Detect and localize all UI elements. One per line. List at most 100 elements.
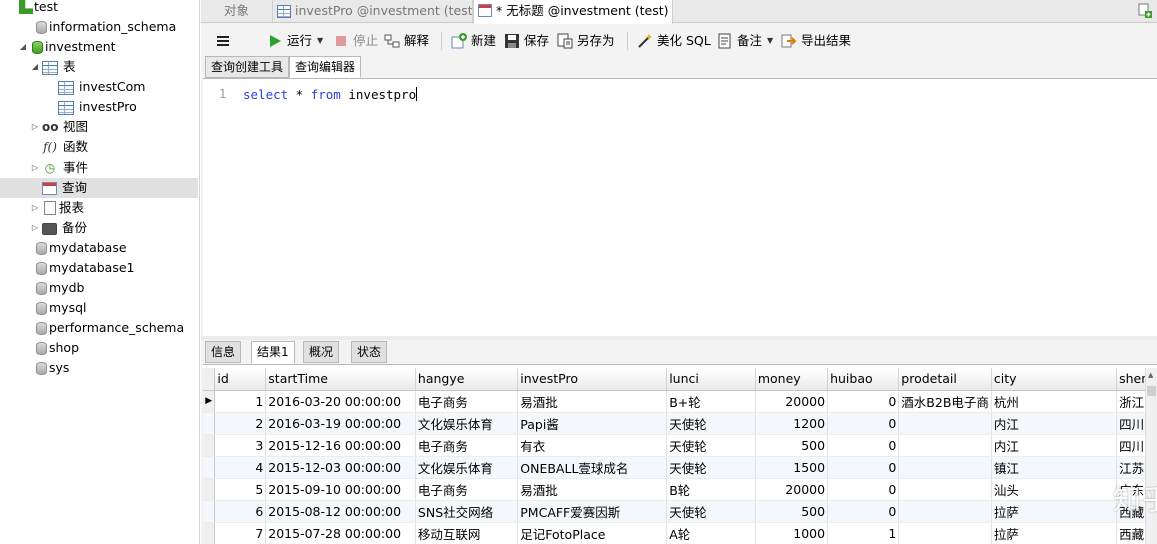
result-grid[interactable]: id startTime hangye investPro lunci money huib…	[203, 364, 1157, 544]
new-button[interactable]: 新建	[451, 30, 496, 52]
export-results-button[interactable]: 导出结果	[781, 30, 851, 52]
cell-city[interactable]: 杭州	[991, 390, 1118, 413]
row-indicator[interactable]	[203, 500, 216, 523]
cell-id[interactable]: 5	[214, 478, 267, 501]
tab-query-builder[interactable]: 查询创建工具	[205, 56, 290, 78]
cell-investpro[interactable]: 足记FotoPlace	[517, 522, 668, 544]
tree-db-shop[interactable]: shop	[34, 338, 79, 358]
table-row[interactable]: 5 2015-09-10 00:00:00 电子商务 易酒批 B轮 20000 0 汕头 广东	[203, 478, 1157, 501]
cell-hangye[interactable]: 移动互联网	[415, 522, 519, 544]
row-indicator[interactable]	[203, 456, 216, 479]
cell-prodetail[interactable]	[898, 434, 992, 457]
run-button[interactable]: 运行 ▼	[267, 30, 323, 52]
column-header-city[interactable]: city	[991, 368, 1118, 391]
cell-city[interactable]: 内江	[991, 412, 1118, 435]
table-row[interactable]: 4 2015-12-03 00:00:00 文化娱乐体育 ONEBALL壹球成名 天使轮…	[203, 456, 1157, 479]
cell-starttime[interactable]: 2015-08-12 00:00:00	[265, 500, 416, 523]
cell-lunci[interactable]: 天使轮	[666, 500, 756, 523]
save-button[interactable]: 保存	[504, 30, 549, 52]
cell-investpro[interactable]: 易酒批	[517, 478, 668, 501]
column-header-starttime[interactable]: startTime	[265, 368, 416, 391]
cell-city[interactable]: 内江	[991, 434, 1118, 457]
cell-id[interactable]: 2	[214, 412, 267, 435]
cell-prodetail[interactable]	[898, 500, 992, 523]
expanded-arrow-icon[interactable]: ◢	[30, 57, 40, 77]
tab-investpro[interactable]: investPro @investment (test...	[273, 0, 473, 23]
cell-lunci[interactable]: B+轮	[666, 390, 756, 413]
cell-money[interactable]: 1200	[755, 412, 829, 435]
cell-starttime[interactable]: 2015-12-16 00:00:00	[265, 434, 416, 457]
cell-lunci[interactable]: B轮	[666, 478, 756, 501]
cell-prodetail[interactable]	[898, 456, 992, 479]
tree-group-events[interactable]: ▷ ◷ 事件	[30, 158, 88, 178]
cell-lunci[interactable]: 天使轮	[666, 434, 756, 457]
cell-investpro[interactable]: 易酒批	[517, 390, 668, 413]
tree-group-queries[interactable]: 查询	[0, 178, 198, 198]
current-row-arrow-icon[interactable]: ▶	[203, 390, 216, 413]
tree-db-mysql[interactable]: mysql	[34, 298, 87, 318]
cell-starttime[interactable]: 2015-07-28 00:00:00	[265, 522, 416, 544]
tree-group-tables[interactable]: ◢ 表	[30, 57, 76, 77]
tree-group-views[interactable]: ▷ oo 视图	[30, 117, 88, 137]
tree-db-performance-schema[interactable]: performance_schema	[34, 318, 184, 338]
collapsed-arrow-icon[interactable]: ▷	[30, 198, 40, 218]
tab-result1[interactable]: 结果1	[251, 341, 295, 364]
cell-hangye[interactable]: 电子商务	[415, 434, 519, 457]
tab-untitled-query[interactable]: * 无标题 @investment (test) ...	[473, 0, 673, 24]
chevron-down-icon[interactable]: ▼	[317, 30, 323, 52]
cell-money[interactable]: 20000	[755, 390, 829, 413]
cell-id[interactable]: 7	[214, 522, 267, 544]
tree-table-investpro[interactable]: investPro	[58, 97, 137, 117]
tree-db-mydatabase1[interactable]: mydatabase1	[34, 258, 134, 278]
collapsed-arrow-icon[interactable]: ▷	[30, 218, 40, 238]
tree-db-information-schema[interactable]: information_schema	[34, 17, 176, 37]
cell-money[interactable]: 20000	[755, 478, 829, 501]
cell-id[interactable]: 6	[214, 500, 267, 523]
cell-starttime[interactable]: 2015-12-03 00:00:00	[265, 456, 416, 479]
cell-lunci[interactable]: 天使轮	[666, 412, 756, 435]
cell-starttime[interactable]: 2015-09-10 00:00:00	[265, 478, 416, 501]
cell-huibao[interactable]: 1	[827, 522, 900, 544]
cell-hangye[interactable]: 电子商务	[415, 390, 519, 413]
tree-group-functions[interactable]: f() 函数	[42, 137, 88, 157]
cell-money[interactable]: 500	[755, 434, 829, 457]
cell-huibao[interactable]: 0	[827, 500, 900, 523]
tree-table-investcom[interactable]: investCom	[58, 77, 145, 97]
tree-db-mydb[interactable]: mydb	[34, 278, 84, 298]
cell-huibao[interactable]: 0	[827, 478, 900, 501]
cell-city[interactable]: 拉萨	[991, 522, 1118, 544]
cell-starttime[interactable]: 2016-03-19 00:00:00	[265, 412, 416, 435]
cell-prodetail[interactable]	[898, 412, 992, 435]
cell-id[interactable]: 4	[214, 456, 267, 479]
row-indicator[interactable]	[203, 522, 216, 544]
column-header-hangye[interactable]: hangye	[415, 368, 519, 391]
column-header-id[interactable]: id	[214, 368, 267, 391]
cell-lunci[interactable]: 天使轮	[666, 456, 756, 479]
column-header-investpro[interactable]: investPro	[517, 368, 668, 391]
cell-investpro[interactable]: 有衣	[517, 434, 668, 457]
table-row[interactable]: 2 2016-03-19 00:00:00 文化娱乐体育 Papi酱 天使轮 1200 0 内…	[203, 412, 1157, 435]
tree-group-reports[interactable]: ▷ 报表	[30, 198, 84, 218]
tab-objects[interactable]: 对象	[201, 0, 273, 23]
tree-db-sys[interactable]: sys	[34, 358, 69, 378]
expanded-arrow-icon[interactable]: ◢	[18, 37, 28, 57]
column-header-lunci[interactable]: lunci	[666, 368, 756, 391]
row-indicator[interactable]	[203, 412, 216, 435]
cell-huibao[interactable]: 0	[827, 412, 900, 435]
cell-city[interactable]: 拉萨	[991, 500, 1118, 523]
tab-overview[interactable]: 概况	[303, 341, 340, 363]
scrollbar-thumb[interactable]	[1147, 386, 1156, 396]
cell-investpro[interactable]: PMCAFF爱赛因斯	[517, 500, 668, 523]
table-row[interactable]: 7 2015-07-28 00:00:00 移动互联网 足记FotoPlace A轮 10…	[203, 522, 1157, 544]
sql-code[interactable]: select * from investpro	[243, 87, 418, 102]
column-header-prodetail[interactable]: prodetail	[898, 368, 992, 391]
column-header-huibao[interactable]: huibao	[827, 368, 900, 391]
row-indicator[interactable]	[203, 478, 216, 501]
cell-huibao[interactable]: 0	[827, 456, 900, 479]
cell-money[interactable]: 1000	[755, 522, 829, 544]
panel-splitter[interactable]	[201, 336, 1157, 340]
stop-button[interactable]: 停止	[333, 30, 378, 52]
tab-status[interactable]: 状态	[351, 341, 388, 363]
cell-money[interactable]: 500	[755, 500, 829, 523]
scroll-up-icon[interactable]: ▲	[1148, 371, 1153, 379]
